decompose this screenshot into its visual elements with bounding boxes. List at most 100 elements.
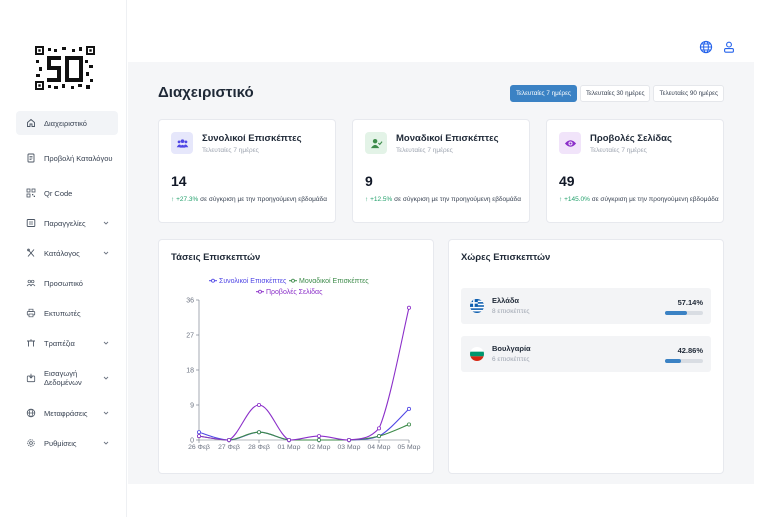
data-point[interactable] xyxy=(257,402,262,407)
stat-subtitle: Τελευταίες 7 ημέρες xyxy=(396,147,453,154)
arrow-up-icon: ↑ xyxy=(365,196,369,203)
sidebar-item-orders[interactable]: Παραγγελίες xyxy=(16,211,118,235)
stat-value: 9 xyxy=(365,173,373,189)
eye-icon xyxy=(564,139,576,147)
data-point[interactable] xyxy=(406,305,411,310)
stat-title: Μοναδικοί Επισκέπτες xyxy=(396,133,499,144)
legend-item[interactable]: Συνολικοί Επισκέπτες xyxy=(209,277,287,285)
sidebar-nav: Διαχειριστικό Προβολή Καταλόγου Qr Code … xyxy=(16,111,118,461)
stat-icon-box xyxy=(365,132,387,154)
data-point[interactable] xyxy=(406,422,411,427)
printer-icon xyxy=(26,308,36,318)
sidebar-item-label: Εκτυπωτές xyxy=(44,308,81,318)
stat-change: ↑ +12.5% σε σύγκριση με την προηγούμενη … xyxy=(365,195,525,204)
globe-icon[interactable] xyxy=(699,40,713,54)
sidebar-item-data-import[interactable]: Εισαγωγή Δεδομένων xyxy=(16,361,118,395)
arrow-up-icon: ↑ xyxy=(559,196,563,203)
data-point[interactable] xyxy=(197,434,202,439)
country-row-greece: Ελλάδα 8 επισκέπτες 57.14% xyxy=(461,288,711,324)
data-point[interactable] xyxy=(227,437,232,442)
chevron-down-icon[interactable] xyxy=(102,374,110,382)
range-30-days-button[interactable]: Τελευταίες 30 ημέρες xyxy=(579,85,651,102)
legend-item[interactable]: Προβολές Σελίδας xyxy=(256,288,323,296)
y-tick-label: 27 xyxy=(186,333,194,340)
user-icon[interactable] xyxy=(722,40,736,54)
stat-change-text: σε σύγκριση με την προηγούμενη εβδομάδα xyxy=(200,196,328,203)
data-point[interactable] xyxy=(406,406,411,411)
series-line xyxy=(198,307,410,441)
sidebar-item-staff[interactable]: Προσωπικό xyxy=(16,271,118,295)
chevron-down-icon[interactable] xyxy=(102,249,110,257)
import-icon xyxy=(26,373,36,383)
range-7-days-button[interactable]: Τελευταίες 7 ημέρες xyxy=(509,85,577,102)
x-tick-label: 26 Φεβ xyxy=(188,444,210,451)
stat-value: 49 xyxy=(559,173,575,189)
country-share-bar xyxy=(665,359,703,363)
sidebar-item-settings[interactable]: Ρυθμίσεις xyxy=(16,431,118,455)
x-tick-label: 02 Μαρ xyxy=(308,444,331,451)
x-tick-label: 03 Μαρ xyxy=(338,444,361,451)
stat-change: ↑ +145.0% σε σύγκριση με την προηγούμενη… xyxy=(559,195,719,204)
sidebar-item-translations[interactable]: Μεταφράσεις xyxy=(16,401,118,425)
sidebar-item-qr-code[interactable]: Qr Code xyxy=(16,181,118,205)
data-point[interactable] xyxy=(346,437,351,442)
country-visitors: 8 επισκέπτες xyxy=(492,308,530,315)
stat-card-total-visitors: Συνολικοί Επισκέπτες Τελευταίες 7 ημέρες… xyxy=(158,119,336,223)
data-point[interactable] xyxy=(286,437,291,442)
chevron-down-icon[interactable] xyxy=(102,219,110,227)
sidebar-item-label: Προσωπικό xyxy=(44,278,83,288)
sidebar-item-label: Ρυθμίσεις xyxy=(44,438,77,448)
qr-logo-icon xyxy=(35,46,95,90)
users-icon xyxy=(26,279,36,287)
chevron-down-icon[interactable] xyxy=(102,439,110,447)
sidebar-item-catalog-view[interactable]: Προβολή Καταλόγου xyxy=(16,141,118,175)
sidebar-item-label: Μεταφράσεις xyxy=(44,408,88,418)
x-tick-label: 28 Φεβ xyxy=(248,444,270,451)
sidebar-item-label: Προβολή Καταλόγου xyxy=(44,153,113,163)
data-point[interactable] xyxy=(316,437,321,442)
legend-marker xyxy=(211,278,215,283)
x-tick-label: 05 Μαρ xyxy=(398,444,421,451)
legend-item[interactable]: Μοναδικοί Επισκέπτες xyxy=(289,277,369,285)
topbar xyxy=(128,34,754,62)
stat-title: Συνολικοί Επισκέπτες xyxy=(202,133,302,144)
stat-icon-box xyxy=(559,132,581,154)
legend-marker xyxy=(291,278,295,283)
qr-icon xyxy=(26,188,36,198)
chevron-down-icon[interactable] xyxy=(102,409,110,417)
list-icon xyxy=(26,219,36,227)
data-point[interactable] xyxy=(376,426,381,431)
sidebar-item-tables[interactable]: Τραπέζια xyxy=(16,331,118,355)
data-point[interactable] xyxy=(257,430,262,435)
sidebar-item-printers[interactable]: Εκτυπωτές xyxy=(16,301,118,325)
sidebar-item-dashboard[interactable]: Διαχειριστικό xyxy=(16,111,118,135)
chevron-down-icon[interactable] xyxy=(102,339,110,347)
data-point[interactable] xyxy=(197,430,202,435)
stat-change-percent: +27.3% xyxy=(176,196,199,203)
stat-change: ↑ +27.3% σε σύγκριση με την προηγούμενη … xyxy=(171,195,331,204)
visitor-trends-chart: 0918273626 Φεβ 27 Φεβ 28 Φεβ 01 Μαρ 02 Μαρ 03… xyxy=(186,277,421,451)
legend-marker xyxy=(258,289,262,294)
visitor-countries-card: Χώρες Επισκεπτών Ελλάδα 8 επισκέπτες 57.… xyxy=(448,239,724,474)
sidebar-item-label: Τραπέζια xyxy=(44,338,75,348)
x-tick-label: 27 Φεβ xyxy=(218,444,240,451)
visitor-countries-title: Χώρες Επισκεπτών xyxy=(461,252,551,263)
stat-change-text: σε σύγκριση με την προηγούμενη εβδομάδα xyxy=(591,196,719,203)
data-point[interactable] xyxy=(316,434,321,439)
country-name: Ελλάδα xyxy=(492,296,520,305)
stat-change-percent: +12.5% xyxy=(370,196,393,203)
range-90-days-button[interactable]: Τελευταίες 90 ημέρες xyxy=(653,85,724,102)
bulgaria-flag-icon xyxy=(470,347,484,361)
sidebar-item-label: Εισαγωγή Δεδομένων xyxy=(44,369,82,387)
country-percent: 57.14% xyxy=(677,298,703,307)
greece-flag-icon xyxy=(470,299,484,313)
sidebar-item-catalog[interactable]: Κατάλογος xyxy=(16,241,118,265)
country-name: Βουλγαρία xyxy=(492,344,531,353)
data-point[interactable] xyxy=(376,434,381,439)
y-tick-label: 36 xyxy=(186,298,194,305)
stat-change-text: σε σύγκριση με την προηγούμενη εβδομάδα xyxy=(394,196,522,203)
legend-label: Συνολικοί Επισκέπτες xyxy=(219,277,287,285)
legend-label: Προβολές Σελίδας xyxy=(266,288,323,296)
date-range-selector: Τελευταίες 7 ημέρες Τελευταίες 30 ημέρες… xyxy=(509,85,724,102)
sidebar-item-label: Qr Code xyxy=(44,188,73,198)
